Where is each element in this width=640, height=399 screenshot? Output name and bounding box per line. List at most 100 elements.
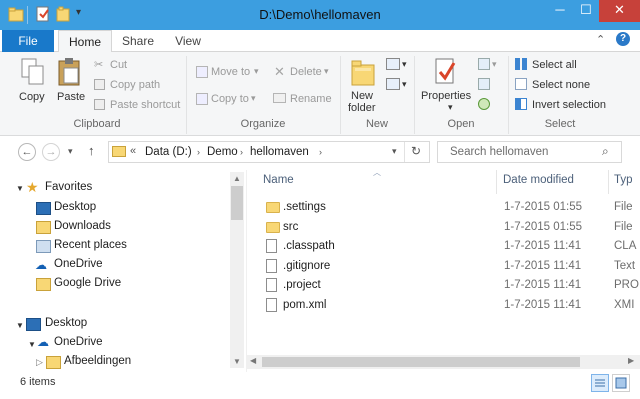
scroll-down-icon[interactable]: ▼ [233,357,241,366]
nav-scroll-thumb[interactable] [231,186,243,220]
back-icon[interactable]: ← [18,143,36,161]
file-name: pom.xml [283,299,327,311]
file-type: File [614,201,633,213]
file-date-modified: 1-7-2015 11:41 [504,279,582,291]
select-none-button[interactable]: Select none [532,79,590,91]
expand-arrow-icon[interactable]: ▼ [16,184,24,193]
folder-icon [112,146,126,157]
scroll-up-icon[interactable]: ▲ [233,174,241,183]
breadcrumb-item[interactable]: hellomaven [250,146,309,158]
select-all-icon [515,58,527,70]
help-icon[interactable]: ? [616,32,630,46]
edit-icon[interactable] [478,78,490,90]
scissors-icon: ✂ [94,59,104,71]
onedrive-icon: ☁ [35,258,47,272]
paste-button[interactable]: Paste [57,91,85,103]
tree-desktop[interactable]: Desktop [45,317,87,329]
new-folder-icon[interactable] [350,57,376,90]
nav-google-drive[interactable]: Google Drive [54,277,121,289]
clipboard-group-label: Clipboard [73,118,121,130]
minimize-icon[interactable]: ─ [547,0,573,22]
status-bar [0,372,640,399]
address-dropdown-icon[interactable]: ▾ [392,146,397,157]
column-divider[interactable] [608,170,609,194]
properties-icon[interactable] [432,57,460,90]
nav-onedrive[interactable]: OneDrive [54,258,103,270]
copy-to-icon [196,93,208,105]
up-icon[interactable]: ↑ [88,143,95,158]
nav-favorites[interactable]: Favorites [45,181,92,193]
chevron-down-icon: ▾ [324,66,329,76]
paste-shortcut-button[interactable]: Paste shortcut [110,99,180,111]
select-all-button[interactable]: Select all [532,59,577,71]
copy-icon[interactable] [20,57,46,90]
breadcrumb-separator-icon[interactable]: › [240,147,243,157]
expand-arrow-icon[interactable]: ▼ [16,321,24,330]
copy-path-button[interactable]: Copy path [110,79,160,91]
properties-button[interactable]: Properties [421,90,471,102]
file-type: File [614,221,633,233]
column-header-name[interactable]: Name [263,174,294,186]
maximize-icon[interactable]: ☐ [573,0,599,22]
downloads-icon [36,221,51,234]
breadcrumb-item[interactable]: Data (D:) [145,146,192,158]
search-icon[interactable]: ⌕ [602,144,609,159]
breadcrumb-separator-icon[interactable]: › [319,147,322,157]
tree-onedrive[interactable]: OneDrive [54,336,103,348]
move-to-button[interactable]: Move to [211,66,250,78]
new-folder-label-2[interactable]: folder [348,102,376,114]
chevron-down-icon[interactable]: ▾ [402,79,407,90]
file-type: CLA [614,240,637,252]
breadcrumb-overflow[interactable]: « [130,145,136,157]
easy-access-icon[interactable] [386,78,400,90]
open-icon[interactable] [478,58,490,70]
chevron-down-icon[interactable]: ▾ [448,102,453,113]
copy-to-button[interactable]: Copy to [211,93,249,105]
tab-view[interactable]: View [164,30,212,52]
rename-button[interactable]: Rename [290,93,332,105]
chevron-down-icon[interactable]: ▾ [492,59,497,70]
horizontal-scroll-thumb[interactable] [262,357,580,367]
recent-locations-icon[interactable]: ▾ [68,146,73,157]
expand-arrow-icon[interactable]: ▼ [28,340,36,349]
column-header-date[interactable]: Date modified [503,174,574,186]
column-divider[interactable] [496,170,497,194]
collapse-arrow-icon[interactable]: ▷ [36,357,43,368]
delete-button[interactable]: Delete [290,66,322,78]
chevron-up-icon[interactable]: ⌃ [596,33,605,46]
tab-share[interactable]: Share [114,30,162,52]
paste-icon[interactable] [56,57,84,90]
file-date-modified: 1-7-2015 01:55 [504,221,583,233]
cut-button[interactable]: Cut [110,59,127,71]
star-icon: ★ [26,179,39,195]
file-type: XMI [614,299,635,311]
nav-recent-places[interactable]: Recent places [54,239,127,251]
new-group-label: New [365,118,388,130]
file-type: PRO [614,279,639,291]
chevron-down-icon[interactable]: ▾ [402,59,407,70]
history-icon[interactable] [478,98,490,110]
scroll-right-icon[interactable]: ▶ [628,356,634,365]
copy-button[interactable]: Copy [19,91,45,103]
large-icons-view-icon[interactable] [612,374,630,392]
details-view-icon[interactable] [591,374,609,392]
recent-places-icon [36,240,51,253]
organize-group-label: Organize [240,118,286,130]
nav-downloads[interactable]: Downloads [54,220,111,232]
invert-selection-button[interactable]: Invert selection [532,99,606,111]
close-icon[interactable]: ✕ [599,0,640,22]
refresh-icon[interactable]: ↻ [411,144,421,158]
tab-file[interactable]: File [2,30,54,52]
column-header-type[interactable]: Typ [614,174,640,186]
new-item-icon[interactable] [386,58,400,70]
tab-home[interactable]: Home [58,30,112,53]
breadcrumb-separator-icon[interactable]: › [197,147,200,157]
open-group-label: Open [447,118,475,130]
scroll-left-icon[interactable]: ◀ [250,356,256,365]
tree-afbeeldingen[interactable]: Afbeeldingen [64,355,131,367]
chevron-down-icon: ▾ [251,93,256,103]
new-folder-label-1[interactable]: New [351,90,373,102]
breadcrumb-item[interactable]: Demo [207,146,238,158]
nav-desktop[interactable]: Desktop [54,201,96,213]
forward-icon[interactable]: → [42,143,60,161]
